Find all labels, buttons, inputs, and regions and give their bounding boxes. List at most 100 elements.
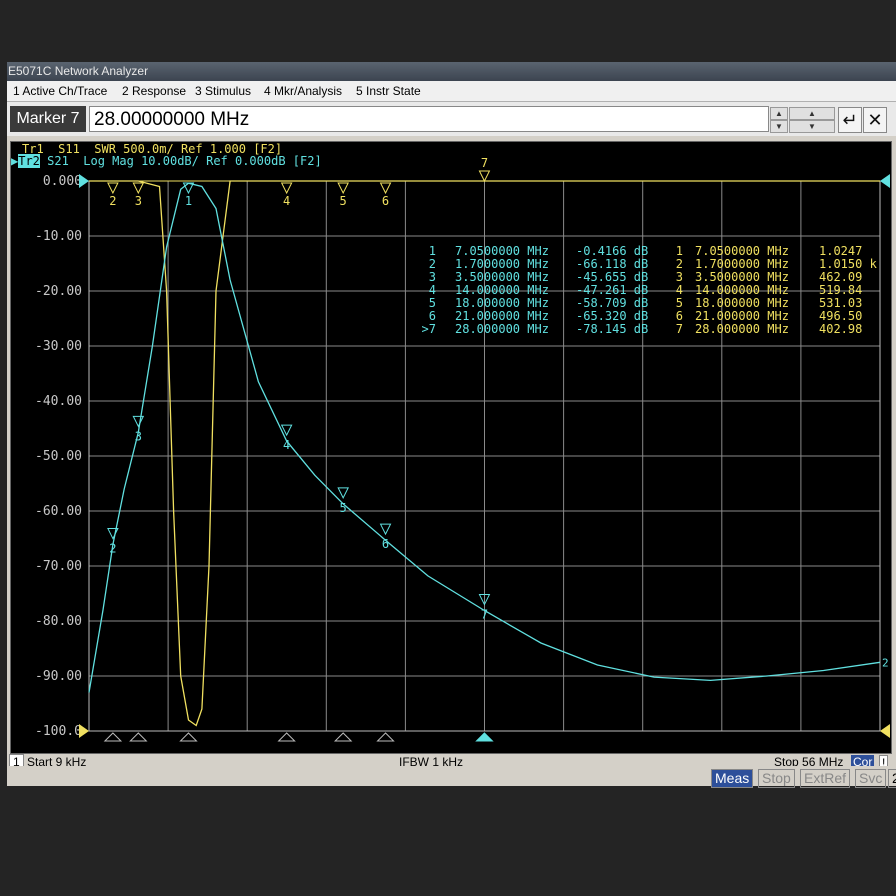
marker-table-cell: 3.5000000 MHz bbox=[695, 270, 789, 284]
bottom-marker-icon bbox=[475, 732, 494, 742]
marker-table-cell: 14.000000 MHz bbox=[455, 283, 549, 297]
marker-table-cell: 462.09 bbox=[819, 270, 862, 284]
y-tick-label: -70.00 bbox=[35, 559, 82, 574]
marker-triangle-icon bbox=[379, 182, 392, 195]
marker-table-cell: 4 bbox=[676, 283, 683, 297]
close-icon[interactable]: ✕ bbox=[863, 107, 887, 133]
marker-table-cell: 5 bbox=[429, 296, 436, 310]
marker-label: 4 bbox=[283, 194, 290, 208]
marker-table-cell: 1.7000000 MHz bbox=[455, 257, 549, 271]
trace-marker-label: 2 bbox=[109, 542, 116, 556]
menu-active-ch-trace[interactable]: 1 Active Ch/Trace bbox=[13, 84, 107, 98]
marker-triangle-icon bbox=[107, 182, 119, 195]
marker-table-cell: 21.000000 MHz bbox=[455, 309, 549, 323]
marker-table-cell: 5 bbox=[676, 296, 683, 310]
marker-table-cell: -66.118 dB bbox=[576, 257, 648, 271]
marker-table-cell: 7.0500000 MHz bbox=[695, 244, 789, 258]
marker-table-cell: -47.261 dB bbox=[576, 283, 648, 297]
trace-end-label: 2 bbox=[882, 656, 889, 669]
marker-table-cell: 6 bbox=[429, 309, 436, 323]
entry-bar: Marker 7 28.00000000 MHz ▲ ▼ ▲ ▼ ↵ ✕ bbox=[7, 102, 896, 136]
marker-table-cell: 18.000000 MHz bbox=[695, 296, 789, 310]
bottom-marker-icon bbox=[277, 732, 296, 742]
marker-triangle-icon bbox=[478, 170, 491, 183]
marker-table-cell: 519.84 bbox=[819, 283, 862, 297]
marker-label: 5 bbox=[340, 194, 347, 208]
ref-arrow-bottom-right-icon bbox=[880, 724, 890, 738]
menu-response[interactable]: 2 Response bbox=[122, 84, 186, 98]
spin-up-large-icon[interactable]: ▲ bbox=[789, 107, 835, 120]
marker-label: 2 bbox=[109, 194, 116, 208]
bottom-marker-icon bbox=[376, 732, 395, 742]
window-title: E5071C Network Analyzer bbox=[8, 64, 149, 78]
marker-table-cell: 6 bbox=[676, 309, 683, 323]
marker-table-cell: -78.145 dB bbox=[576, 322, 648, 336]
trace-marker-label: 7 bbox=[481, 608, 488, 622]
marker-table-cell: 1 bbox=[676, 244, 683, 258]
marker-table-cell: 531.03 bbox=[819, 296, 862, 310]
menu-instr-state[interactable]: 5 Instr State bbox=[356, 84, 421, 98]
spin-down-large-icon[interactable]: ▼ bbox=[789, 120, 835, 133]
trace-marker-label: 5 bbox=[340, 501, 347, 515]
y-tick-label: -30.00 bbox=[35, 339, 82, 354]
title-bar: E5071C Network Analyzer bbox=[7, 62, 896, 81]
marker-frequency-input[interactable]: 28.00000000 MHz bbox=[89, 106, 769, 132]
meas-indicator[interactable]: Meas bbox=[711, 769, 754, 788]
marker-label: 1 bbox=[185, 194, 192, 208]
menu-stimulus[interactable]: 3 Stimulus bbox=[195, 84, 251, 98]
svc-indicator[interactable]: Svc bbox=[855, 769, 887, 788]
marker-table-cell: 2 bbox=[429, 257, 436, 271]
ref-arrow-bottom-left-icon bbox=[79, 724, 89, 738]
marker-table-cell: 28.000000 MHz bbox=[455, 322, 549, 336]
marker-table-cell: 402.98 bbox=[819, 322, 862, 336]
analyzer-window: E5071C Network Analyzer 1 Active Ch/Trac… bbox=[7, 62, 896, 788]
marker-triangle-icon bbox=[337, 182, 349, 195]
stop-indicator[interactable]: Stop bbox=[758, 769, 795, 788]
menu-bar: 1 Active Ch/Trace 2 Response 3 Stimulus … bbox=[7, 81, 896, 102]
bottom-marker-icon bbox=[103, 732, 123, 742]
spin-down-small-icon[interactable]: ▼ bbox=[770, 120, 788, 133]
y-tick-label: -10.00 bbox=[35, 229, 82, 244]
marker-table-cell: 7 bbox=[676, 322, 683, 336]
measurement-screen[interactable]: Tr1 S11 SWR 500.0m/ Ref 1.000 [F2] ▶Tr2 … bbox=[10, 141, 892, 754]
trace-plot[interactable]: 0.000 -10.00 -20.00 -30.00 -40.00 -50.00 -60.0… bbox=[11, 142, 891, 753]
marker-table-cell: 4 bbox=[429, 283, 436, 297]
marker-table-cell: 1.0247 bbox=[819, 244, 862, 258]
y-tick-label: -60.00 bbox=[35, 504, 82, 519]
trace-marker-label: 4 bbox=[283, 438, 290, 452]
marker-table-cell: 496.50 bbox=[819, 309, 862, 323]
marker-table-cell: 3.5000000 MHz bbox=[455, 270, 549, 284]
marker-label: 3 bbox=[135, 194, 142, 208]
enter-icon[interactable]: ↵ bbox=[838, 107, 862, 133]
marker-table-cell: -0.4166 dB bbox=[576, 244, 648, 258]
marker-label: 6 bbox=[382, 194, 389, 208]
marker-table-cell: 1 bbox=[429, 244, 436, 258]
trace-marker-label: 6 bbox=[382, 537, 389, 551]
y-tick-label: -100.0 bbox=[35, 724, 82, 739]
marker-table-cell: 1.0150 k bbox=[819, 257, 878, 271]
spin-up-small-icon[interactable]: ▲ bbox=[770, 107, 788, 120]
marker-triangle-icon bbox=[280, 182, 293, 195]
bottom-marker-icon bbox=[179, 732, 198, 742]
marker-table-cell: -45.655 dB bbox=[576, 270, 648, 284]
ref-arrow-right-icon bbox=[880, 174, 890, 188]
extref-indicator[interactable]: ExtRef bbox=[800, 769, 851, 788]
y-tick-label: -90.00 bbox=[35, 669, 82, 684]
marker-table-cell: -65.320 dB bbox=[576, 309, 648, 323]
marker-table-cell: 2 bbox=[676, 257, 683, 271]
marker-table-cell: 21.000000 MHz bbox=[695, 309, 789, 323]
marker-triangle-icon bbox=[132, 182, 145, 195]
marker-label: 7 bbox=[481, 156, 488, 170]
entry-label: Marker 7 bbox=[10, 106, 86, 132]
y-tick-label: -40.00 bbox=[35, 394, 82, 409]
ref-arrow-left-icon bbox=[79, 174, 89, 188]
marker-table-cell: >7 bbox=[422, 322, 436, 336]
trace-marker-icon bbox=[337, 487, 349, 499]
trace-marker-label: 3 bbox=[135, 429, 142, 443]
trace-marker-icon bbox=[379, 523, 392, 536]
y-tick-label: -20.00 bbox=[35, 284, 82, 299]
menu-mkr-analysis[interactable]: 4 Mkr/Analysis bbox=[264, 84, 342, 98]
marker-table-cell: 18.000000 MHz bbox=[455, 296, 549, 310]
y-tick-label: -50.00 bbox=[35, 449, 82, 464]
bottom-marker-icon bbox=[333, 732, 353, 742]
